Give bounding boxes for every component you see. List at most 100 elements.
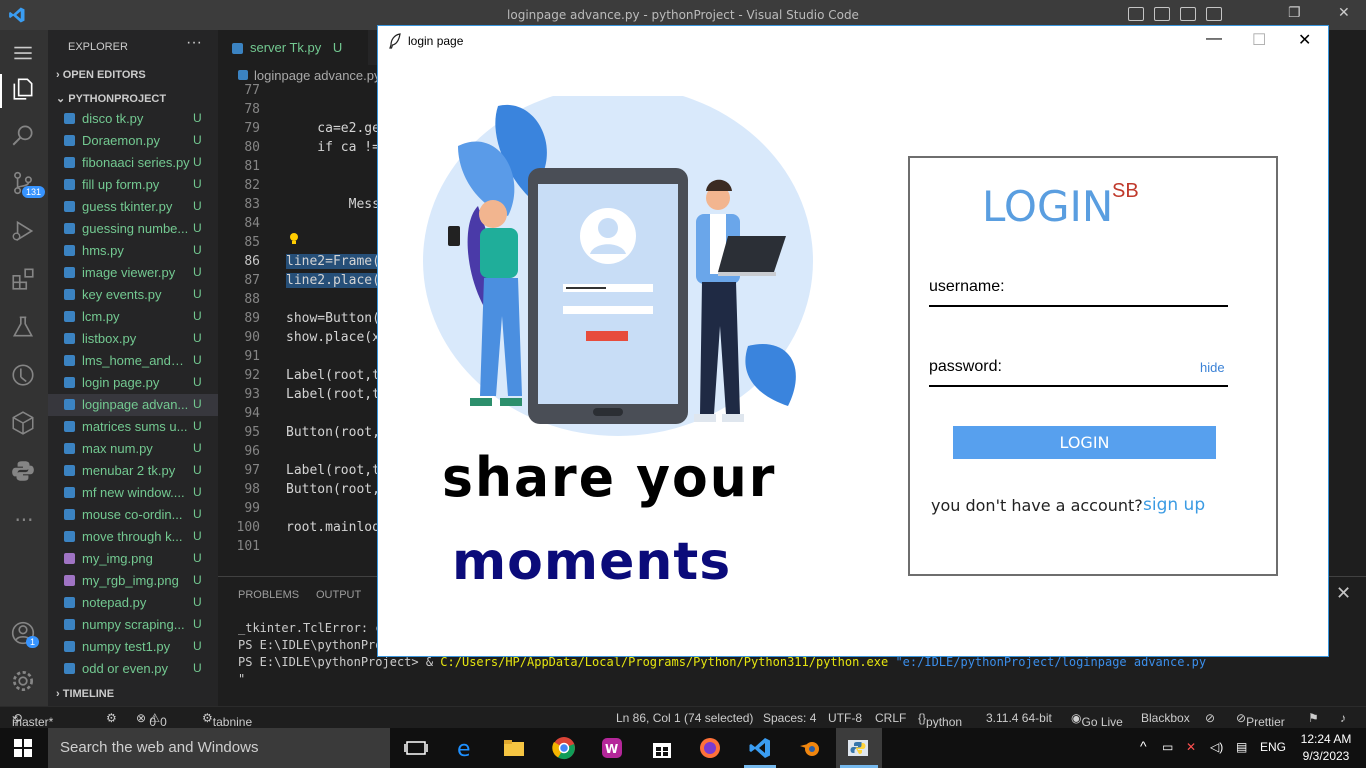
debug-status-icon[interactable]: ⚙ bbox=[106, 711, 117, 725]
encoding-status[interactable]: UTF-8 bbox=[828, 711, 862, 725]
search-icon[interactable] bbox=[10, 122, 38, 150]
cursor-position[interactable]: Ln 86, Col 1 (74 selected) bbox=[616, 711, 753, 725]
close-window-icon[interactable]: ✕ bbox=[1338, 5, 1350, 21]
python-file-icon bbox=[64, 443, 75, 454]
file-item[interactable]: guess tkinter.py U bbox=[48, 196, 218, 218]
eol-status[interactable]: CRLF bbox=[875, 711, 906, 725]
file-item[interactable]: loginpage advan... U bbox=[48, 394, 218, 416]
tab-server-tk[interactable]: server Tk.py U bbox=[218, 30, 368, 65]
file-item[interactable]: Doraemon.py U bbox=[48, 130, 218, 152]
accounts-icon[interactable]: 1 bbox=[10, 620, 40, 648]
file-item[interactable]: menubar 2 tk.py U bbox=[48, 460, 218, 482]
file-item[interactable]: disco tk.py U bbox=[48, 108, 218, 130]
docker-icon[interactable] bbox=[10, 410, 38, 438]
lightbulb-icon[interactable] bbox=[288, 232, 300, 246]
file-item[interactable]: notepad.py U bbox=[48, 592, 218, 614]
file-item[interactable]: my_img.png U bbox=[48, 548, 218, 570]
open-editors-section[interactable]: › OPEN EDITORS bbox=[56, 69, 146, 81]
file-item[interactable]: image viewer.py U bbox=[48, 262, 218, 284]
breadcrumb[interactable]: loginpage advance.py bbox=[238, 68, 381, 83]
hide-password-button[interactable]: hide bbox=[1200, 360, 1225, 375]
taskbar-search[interactable]: Search the web and Windows bbox=[48, 728, 390, 768]
signup-button[interactable]: sign up bbox=[1143, 495, 1205, 515]
login-button[interactable]: LOGIN bbox=[953, 426, 1216, 459]
file-item[interactable]: numpy scraping... U bbox=[48, 614, 218, 636]
toggle-sidebar-icon[interactable] bbox=[1128, 7, 1144, 21]
blender-icon[interactable] bbox=[798, 736, 822, 760]
feedback-icon[interactable]: ⚑ bbox=[1308, 711, 1319, 725]
golive-status[interactable]: ◉ Go Live bbox=[1071, 711, 1123, 729]
customize-layout-icon[interactable] bbox=[1206, 7, 1222, 21]
maximize-icon[interactable]: ☐ bbox=[1252, 30, 1266, 50]
tab-problems[interactable]: PROBLEMS bbox=[238, 589, 299, 601]
file-item[interactable]: lms_home_and_l... U bbox=[48, 350, 218, 372]
windows-start-icon[interactable] bbox=[14, 739, 32, 757]
file-item[interactable]: numpy test1.py U bbox=[48, 636, 218, 658]
menu-icon[interactable] bbox=[10, 40, 38, 68]
network-icon[interactable]: ✕ bbox=[1186, 740, 1196, 754]
file-item[interactable]: hms.py U bbox=[48, 240, 218, 262]
task-view-icon[interactable] bbox=[404, 736, 428, 760]
problems-status[interactable]: ⊗ 0 ⚠ 0 bbox=[136, 711, 167, 729]
toggle-panel-icon[interactable] bbox=[1154, 7, 1170, 21]
close-icon[interactable]: ✕ bbox=[1298, 30, 1311, 50]
file-item[interactable]: lcm.py U bbox=[48, 306, 218, 328]
language-indicator[interactable]: ENG bbox=[1260, 740, 1286, 754]
file-item[interactable]: max num.py U bbox=[48, 438, 218, 460]
file-item[interactable]: key events.py U bbox=[48, 284, 218, 306]
password-field[interactable] bbox=[929, 385, 1228, 387]
python-file-icon bbox=[64, 531, 75, 542]
file-item[interactable]: odd or even.py U bbox=[48, 658, 218, 680]
chevron-up-icon[interactable]: ^ bbox=[1140, 738, 1147, 754]
file-item[interactable]: my_rgb_img.png U bbox=[48, 570, 218, 592]
extensions-icon[interactable] bbox=[10, 266, 38, 294]
file-item[interactable]: fill up form.py U bbox=[48, 174, 218, 196]
python-taskbar-icon[interactable] bbox=[846, 736, 870, 760]
file-item[interactable]: login page.py U bbox=[48, 372, 218, 394]
source-control-icon[interactable]: 131 bbox=[10, 170, 46, 198]
blackbox-icon[interactable]: ⊘ bbox=[1205, 711, 1215, 725]
username-field[interactable] bbox=[929, 305, 1228, 307]
more-views-icon[interactable]: ··· bbox=[10, 508, 38, 536]
wps-office-icon[interactable]: W bbox=[600, 736, 624, 760]
clock[interactable]: 12:24 AM 9/3/2023 bbox=[1296, 731, 1356, 765]
file-item[interactable]: move through k... U bbox=[48, 526, 218, 548]
toggle-secondary-sidebar-icon[interactable] bbox=[1180, 7, 1196, 21]
edge-icon[interactable]: e bbox=[454, 736, 478, 760]
chrome-icon[interactable] bbox=[552, 736, 576, 760]
explorer-more-button[interactable]: ··· bbox=[186, 34, 202, 52]
prettier-status[interactable]: ⊘ Prettier bbox=[1236, 711, 1285, 729]
tab-output[interactable]: OUTPUT bbox=[316, 589, 361, 601]
file-explorer-icon[interactable] bbox=[502, 736, 526, 760]
file-item[interactable]: matrices sums u... U bbox=[48, 416, 218, 438]
language-status[interactable]: {} python bbox=[918, 711, 962, 729]
blackbox-status[interactable]: Blackbox bbox=[1141, 711, 1190, 725]
firefox-icon[interactable] bbox=[698, 736, 722, 760]
project-section[interactable]: ⌄ PYTHONPROJECT bbox=[56, 92, 166, 105]
explorer-icon[interactable] bbox=[10, 76, 38, 104]
store-icon[interactable] bbox=[650, 736, 674, 760]
branch-status[interactable]: ⑂ master* ⟲ bbox=[12, 711, 53, 729]
run-debug-icon[interactable] bbox=[10, 218, 38, 246]
python-icon[interactable] bbox=[10, 458, 38, 486]
close-panel-icon[interactable]: ✕ bbox=[1336, 583, 1351, 604]
battery-icon[interactable]: ▭ bbox=[1162, 740, 1173, 754]
remote-explorer-icon[interactable] bbox=[10, 362, 38, 390]
file-item[interactable]: listbox.py U bbox=[48, 328, 218, 350]
vscode-taskbar-icon[interactable] bbox=[748, 736, 772, 760]
tabnine-status[interactable]: ⚙ tabnine bbox=[202, 711, 252, 729]
file-item[interactable]: fibonaaci series.py U bbox=[48, 152, 218, 174]
interpreter-status[interactable]: 3.11.4 64-bit bbox=[986, 711, 1052, 725]
minimize-icon[interactable]: — bbox=[1206, 30, 1222, 48]
testing-icon[interactable] bbox=[10, 314, 38, 342]
timeline-section[interactable]: › TIMELINE bbox=[56, 688, 114, 700]
file-item[interactable]: mf new window.... U bbox=[48, 482, 218, 504]
settings-gear-icon[interactable] bbox=[10, 668, 38, 696]
file-item[interactable]: mouse co-ordin... U bbox=[48, 504, 218, 526]
indentation-status[interactable]: Spaces: 4 bbox=[763, 711, 816, 725]
action-center-icon[interactable]: ▤ bbox=[1236, 740, 1247, 754]
restore-icon[interactable]: ❐ bbox=[1288, 5, 1301, 21]
file-item[interactable]: guessing numbe... U bbox=[48, 218, 218, 240]
notifications-icon[interactable]: ♪ bbox=[1340, 711, 1346, 725]
volume-icon[interactable]: ◁) bbox=[1210, 740, 1223, 754]
